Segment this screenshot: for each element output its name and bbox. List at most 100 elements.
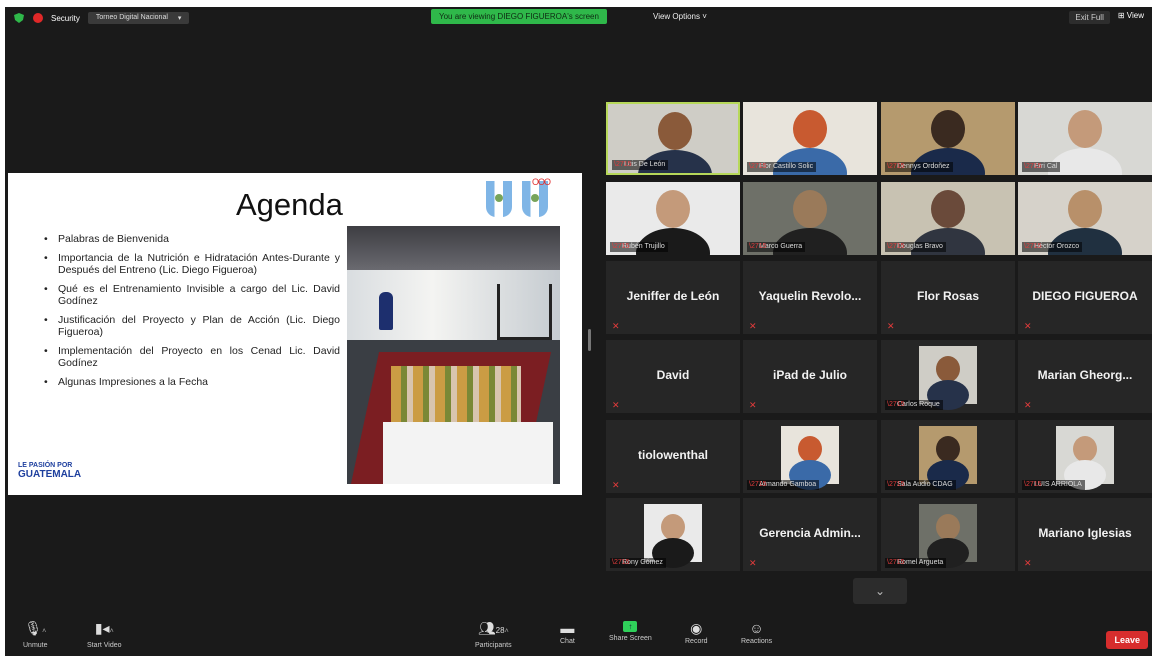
view-options-button[interactable]: View Options ˅ bbox=[653, 12, 707, 21]
meeting-dropdown[interactable]: Torneo Digital Nacional ▾ bbox=[87, 12, 190, 24]
participant-tile[interactable]: Jeniffer de León ✕ bbox=[606, 261, 740, 334]
participant-face bbox=[936, 356, 960, 382]
leave-button[interactable]: Leave bbox=[1106, 631, 1148, 649]
participant-name-label: LUIS ARRIOLA bbox=[1022, 480, 1085, 490]
participant-tile[interactable]: Yaquelin Revolo... ✕ bbox=[743, 261, 877, 334]
participant-tile[interactable]: Marian Gheorg... ✕ bbox=[1018, 340, 1152, 413]
chevron-down-icon: ▾ bbox=[177, 15, 182, 22]
participant-face bbox=[793, 190, 827, 228]
muted-mic-icon: ✕ bbox=[612, 400, 620, 410]
muted-mic-icon: ✕ bbox=[612, 321, 620, 331]
exit-fullscreen-button[interactable]: Exit Full bbox=[1069, 11, 1110, 24]
participant-face bbox=[936, 436, 960, 462]
participant-name: Marian Gheorg... bbox=[1037, 367, 1133, 382]
participant-tile[interactable]: Rubén Trujillo bbox=[606, 182, 740, 255]
participant-tile[interactable]: Gerencia Admin... ✕ bbox=[743, 498, 877, 571]
participant-tile[interactable]: Flor Rosas ✕ bbox=[881, 261, 1015, 334]
participant-name-label: Armando Gamboa bbox=[747, 480, 820, 490]
agenda-item: Palabras de Bienvenida bbox=[44, 233, 340, 245]
security-shield-icon[interactable] bbox=[13, 12, 25, 24]
participant-tile[interactable]: Armando Gamboa bbox=[743, 420, 877, 493]
participant-name: Gerencia Admin... bbox=[759, 525, 861, 540]
participant-face bbox=[1068, 110, 1102, 148]
participant-name-label: Rubén Trujillo bbox=[610, 242, 668, 252]
participant-name-label: Héctor Orozco bbox=[1022, 242, 1083, 252]
zoom-window: Security Torneo Digital Nacional ▾ You a… bbox=[5, 7, 1152, 656]
chat-button[interactable]: ▬ Chat bbox=[560, 621, 575, 645]
start-video-button[interactable]: ▮◂˄ Start Video bbox=[87, 621, 122, 649]
flag-emblem-icon bbox=[486, 181, 512, 217]
chevron-down-icon: ⌄ bbox=[874, 584, 886, 598]
participant-face bbox=[658, 112, 692, 150]
agenda-item: Justificación del Proyecto y Plan de Acc… bbox=[44, 314, 340, 338]
muted-mic-icon: ✕ bbox=[1024, 321, 1032, 331]
participant-name: iPad de Julio bbox=[772, 367, 847, 382]
participants-button[interactable]: 👥︎28˄ Participants bbox=[475, 621, 512, 649]
participant-name: Yaquelin Revolo... bbox=[758, 288, 862, 303]
participant-tile[interactable]: Luis De León bbox=[606, 102, 740, 175]
participant-name-label: Carlos Roque bbox=[885, 400, 943, 410]
participant-name-label: Romel Argueta bbox=[885, 558, 947, 568]
muted-mic-icon: ✕ bbox=[887, 321, 895, 331]
participant-face bbox=[931, 190, 965, 228]
participant-name-label: Luis De León bbox=[612, 160, 669, 170]
layout-view-button[interactable]: ⊞ View bbox=[1118, 11, 1144, 24]
participant-tile[interactable]: Romel Argueta bbox=[881, 498, 1015, 571]
participant-face bbox=[798, 436, 822, 462]
participant-name-label: Douglas Bravo bbox=[885, 242, 946, 252]
participant-name: DIEGO FIGUEROA bbox=[1032, 288, 1138, 303]
participant-tile[interactable]: Héctor Orozco bbox=[1018, 182, 1152, 255]
viewing-banner: You are viewing DIEGO FIGUEROA's screen bbox=[431, 9, 607, 24]
participant-name: Flor Rosas bbox=[916, 288, 979, 303]
recording-icon bbox=[33, 13, 43, 23]
record-icon: ◉ bbox=[690, 620, 703, 636]
participant-tile[interactable]: Erri Cal bbox=[1018, 102, 1152, 175]
participant-name: tiolowenthal bbox=[638, 447, 708, 462]
agenda-item: Importancia de la Nutrición e Hidratació… bbox=[44, 252, 340, 276]
muted-mic-icon: 🎙︎˄ bbox=[24, 620, 47, 636]
participant-tile[interactable]: David ✕ bbox=[606, 340, 740, 413]
meeting-toolbar: 🎙︎˄ Unmute ▮◂˄ Start Video 👥︎28˄ Partici… bbox=[5, 617, 1152, 656]
participant-tile[interactable]: Marco Guerra bbox=[743, 182, 877, 255]
participant-name-label: Erri Cal bbox=[1022, 162, 1061, 172]
record-button[interactable]: ◉ Record bbox=[685, 621, 708, 645]
unmute-button[interactable]: 🎙︎˄ Unmute bbox=[23, 621, 48, 649]
participant-face bbox=[936, 514, 960, 540]
muted-mic-icon: ✕ bbox=[612, 480, 620, 490]
participant-face bbox=[931, 110, 965, 148]
participant-tile[interactable]: DIEGO FIGUEROA ✕ bbox=[1018, 261, 1152, 334]
participant-tile[interactable]: Rony Gómez bbox=[606, 498, 740, 571]
grid-icon: ⊞ bbox=[1117, 11, 1127, 20]
participant-tile[interactable]: Mariano Iglesias ✕ bbox=[1018, 498, 1152, 571]
gallery-next-page-button[interactable]: ⌄ bbox=[853, 578, 907, 604]
muted-mic-icon: ✕ bbox=[1024, 558, 1032, 568]
participant-tile[interactable]: iPad de Julio ✕ bbox=[743, 340, 877, 413]
participant-tile[interactable]: Dennys Ordoñez bbox=[881, 102, 1015, 175]
agenda-item: Implementación del Proyecto en los Cenad… bbox=[44, 345, 340, 369]
participant-name-label: Flor Castillo Solic bbox=[747, 162, 817, 172]
participant-face bbox=[1073, 436, 1097, 462]
reactions-button[interactable]: ☺ Reactions bbox=[741, 621, 772, 645]
video-off-icon: ▮◂˄ bbox=[94, 620, 114, 636]
chat-icon: ▬ bbox=[560, 620, 575, 636]
participant-name-label: Marco Guerra bbox=[747, 242, 806, 252]
participant-face bbox=[661, 514, 685, 540]
participant-tile[interactable]: Flor Castillo Solic bbox=[743, 102, 877, 175]
share-screen-button[interactable]: ↑ Share Screen bbox=[609, 621, 652, 642]
participant-tile[interactable]: Sala Audio CDAG bbox=[881, 420, 1015, 493]
participant-face bbox=[1068, 190, 1102, 228]
participant-tile[interactable]: Carlos Roque bbox=[881, 340, 1015, 413]
reactions-icon: ☺ bbox=[749, 620, 764, 636]
participant-name-label: Dennys Ordoñez bbox=[885, 162, 953, 172]
slide-brand-logo: LE PASIÓN POR GUATEMALA bbox=[18, 462, 82, 480]
participant-name: Mariano Iglesias bbox=[1038, 525, 1132, 540]
participant-gallery: Luis De León Flor Castillo Solic Dennys Or… bbox=[601, 97, 1152, 571]
participant-tile[interactable]: tiolowenthal ✕ bbox=[606, 420, 740, 493]
slide-title: Agenda bbox=[236, 187, 343, 222]
participant-tile[interactable]: Douglas Bravo bbox=[881, 182, 1015, 255]
participant-tile[interactable]: LUIS ARRIOLA bbox=[1018, 420, 1152, 493]
participant-face bbox=[656, 190, 690, 228]
split-view-handle[interactable] bbox=[588, 329, 591, 351]
security-label[interactable]: Security bbox=[51, 14, 80, 23]
participant-name: Jeniffer de León bbox=[626, 288, 720, 303]
